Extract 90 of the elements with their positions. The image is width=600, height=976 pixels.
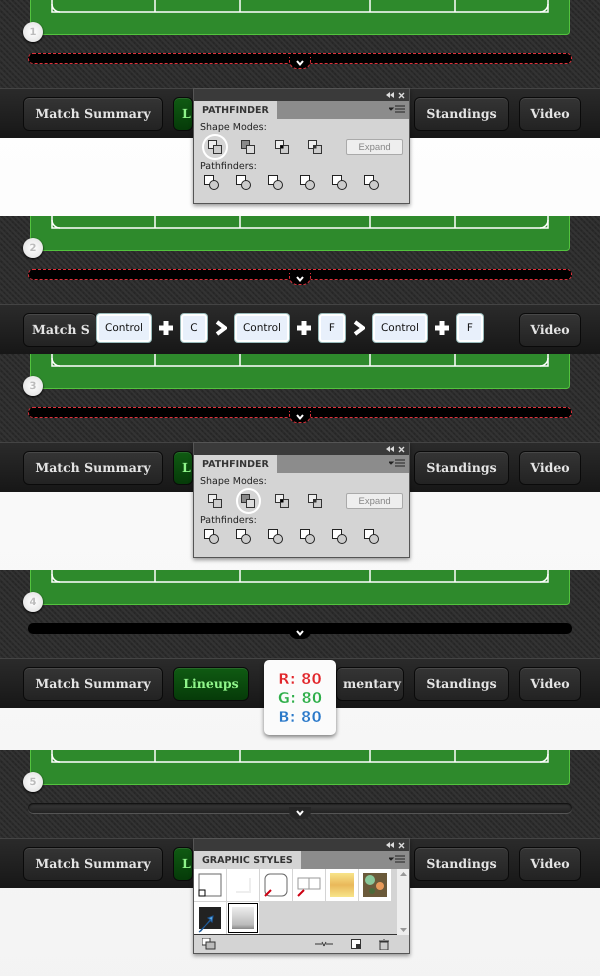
- collapse-icon[interactable]: [386, 842, 394, 848]
- menu-icon[interactable]: [389, 105, 405, 115]
- square-circle-icon: [332, 175, 347, 190]
- chevron-down-icon: [296, 60, 304, 66]
- chevron-down-icon: [296, 276, 304, 282]
- close-icon[interactable]: [398, 446, 405, 452]
- overlapping-squares-icon: [308, 494, 322, 508]
- nav-button[interactable]: Lineups: [173, 666, 249, 700]
- nav-button[interactable]: L: [173, 846, 193, 880]
- nav-button[interactable]: Standings: [414, 666, 509, 700]
- overlapping-squares-icon: [208, 494, 222, 508]
- color-value: R: 80: [278, 670, 322, 688]
- toggle-tab[interactable]: [289, 273, 311, 285]
- new-style-icon[interactable]: [351, 939, 362, 949]
- nav-button[interactable]: mentary: [336, 666, 404, 700]
- arrow-right-icon: [214, 320, 227, 336]
- nav-button[interactable]: Match Summary: [23, 666, 163, 700]
- nav-button[interactable]: L: [173, 96, 193, 130]
- nav-button[interactable]: Standings: [414, 450, 509, 484]
- square-circle-icon: [364, 175, 379, 190]
- step-number: 2: [23, 238, 43, 258]
- key-cap: Control: [234, 314, 289, 342]
- section-label: Pathfinders:: [200, 161, 258, 172]
- pointer-arrow-icon: [198, 915, 214, 933]
- library-icon[interactable]: [202, 938, 216, 950]
- square-circle-icon: [268, 175, 283, 190]
- step-number: 1: [23, 22, 43, 42]
- close-icon[interactable]: [398, 842, 405, 848]
- menu-icon[interactable]: [389, 855, 405, 865]
- section-label: Shape Modes:: [200, 122, 268, 133]
- shape-mode-button[interactable]: [238, 490, 260, 512]
- chevron-down-icon: [296, 630, 304, 636]
- chevron-down-icon: [296, 414, 304, 420]
- square-circle-icon: [300, 175, 315, 190]
- panel-tab[interactable]: GRAPHIC STYLES: [194, 851, 301, 869]
- key-cap: Control: [97, 314, 151, 342]
- toggle-tab[interactable]: [289, 411, 311, 423]
- shape-mode-button[interactable]: [204, 136, 226, 158]
- menu-icon[interactable]: [389, 459, 405, 469]
- nav-button[interactable]: Video: [519, 666, 581, 700]
- collapse-icon[interactable]: [386, 446, 394, 452]
- square-circle-icon: [364, 529, 379, 544]
- nav-button[interactable]: Match Summary: [23, 846, 163, 880]
- step-number: 4: [23, 592, 43, 612]
- panel-tab[interactable]: PATHFINDER: [194, 101, 277, 119]
- panel-tab[interactable]: PATHFINDER: [194, 455, 277, 473]
- overlapping-squares-icon: [208, 140, 222, 154]
- toggle-tab[interactable]: [289, 57, 311, 69]
- close-icon[interactable]: [398, 92, 405, 98]
- overlapping-squares-icon: [274, 140, 289, 154]
- color-value: G: 80: [278, 688, 322, 706]
- step-number: 5: [23, 772, 43, 792]
- nav-button[interactable]: Video: [519, 96, 581, 130]
- chevron-down-icon: [296, 810, 304, 816]
- section-label: Pathfinders:: [200, 515, 258, 526]
- key-cap: F: [318, 314, 345, 342]
- square-circle-icon: [236, 529, 251, 544]
- overlapping-squares-icon: [274, 494, 289, 508]
- nav-button[interactable]: Video: [519, 450, 581, 484]
- arrow-right-icon: [352, 320, 365, 336]
- section-label: Shape Modes:: [200, 476, 268, 487]
- nav-button[interactable]: L: [173, 450, 193, 484]
- nav-button[interactable]: Match Summary: [23, 450, 163, 484]
- nav-button[interactable]: Match S: [23, 312, 97, 346]
- nav-button[interactable]: Video: [519, 312, 581, 346]
- square-circle-icon: [236, 175, 251, 190]
- nav-button[interactable]: Video: [519, 846, 581, 880]
- square-circle-icon: [204, 529, 219, 544]
- nav-button[interactable]: Standings: [414, 96, 509, 130]
- plus-icon: [158, 321, 173, 335]
- step-number: 3: [23, 376, 43, 396]
- overlapping-squares-icon: [241, 140, 256, 154]
- square-circle-icon: [300, 529, 315, 544]
- break-link-icon[interactable]: [314, 939, 334, 949]
- toggle-tab[interactable]: [289, 807, 311, 819]
- plus-icon: [434, 321, 449, 335]
- square-circle-icon: [204, 175, 219, 190]
- nav-button[interactable]: Standings: [414, 846, 509, 880]
- square-circle-icon: [268, 529, 283, 544]
- color-value: B: 80: [278, 708, 322, 726]
- key-cap: F: [456, 314, 483, 342]
- overlapping-squares-icon: [241, 494, 256, 508]
- overlapping-squares-icon: [308, 140, 322, 154]
- key-cap: Control: [372, 314, 427, 342]
- nav-button[interactable]: Match Summary: [23, 96, 163, 130]
- plus-icon: [296, 321, 311, 335]
- trash-icon[interactable]: [378, 938, 389, 950]
- key-cap: C: [180, 314, 207, 342]
- square-circle-icon: [332, 529, 347, 544]
- collapse-icon[interactable]: [386, 92, 394, 98]
